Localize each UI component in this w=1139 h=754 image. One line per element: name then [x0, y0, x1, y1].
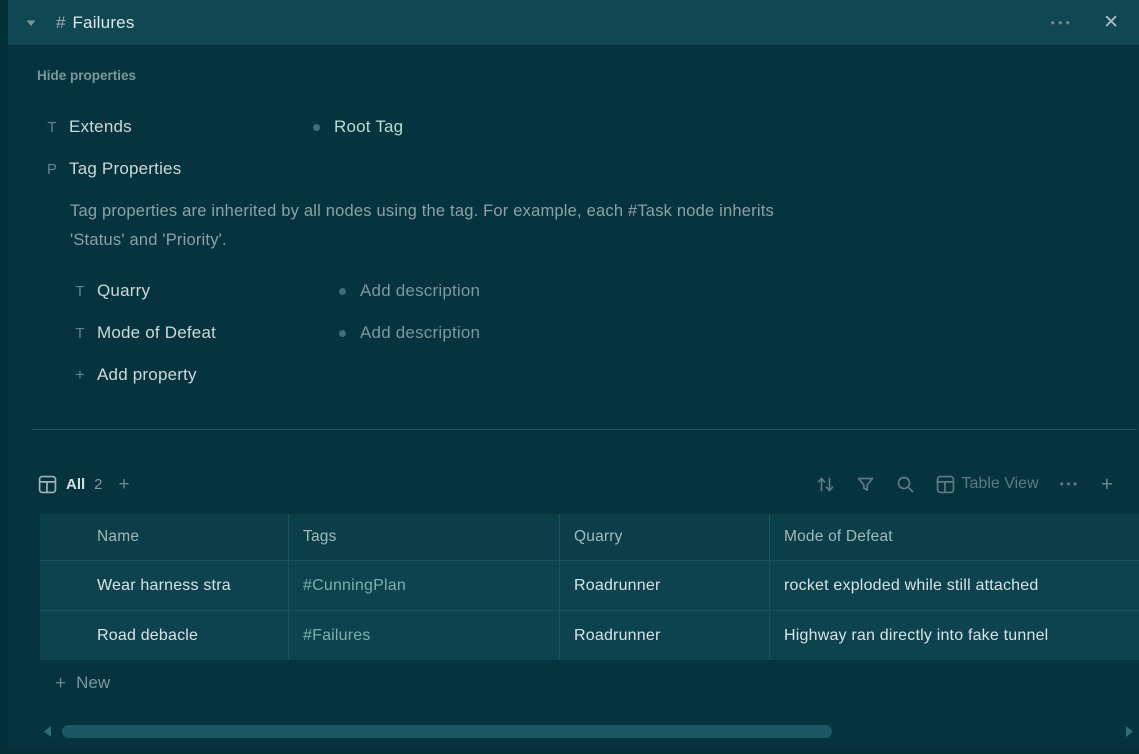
- new-record-label: New: [76, 673, 110, 693]
- add-property-button[interactable]: + Add property: [65, 361, 1139, 389]
- cell-tags: #CunningPlan: [288, 561, 559, 610]
- panel-title[interactable]: # Failures: [56, 13, 135, 33]
- text-type-icon: T: [72, 325, 88, 342]
- tag-link[interactable]: #CunningPlan: [303, 577, 406, 595]
- cell-mode-of-defeat[interactable]: Highway ran directly into fake tunnel: [769, 611, 1139, 660]
- description-line-2: 'Status' and 'Priority'.: [70, 226, 1139, 255]
- property-label-quarry[interactable]: Quarry: [97, 281, 339, 301]
- tag-properties-description: Tag properties are inherited by all node…: [70, 197, 1139, 255]
- extends-value-root-tag[interactable]: Root Tag: [334, 117, 403, 137]
- hide-properties-link[interactable]: Hide properties: [37, 68, 136, 83]
- cell-mode-of-defeat[interactable]: rocket exploded while still attached: [769, 561, 1139, 610]
- cell-quarry[interactable]: Roadrunner: [559, 611, 769, 660]
- add-view-icon[interactable]: +: [119, 475, 130, 494]
- text-type-icon: T: [44, 119, 60, 136]
- bullet-icon: [339, 288, 346, 295]
- collapse-chevron-icon[interactable]: [20, 12, 42, 34]
- property-row-tag-properties: P Tag Properties: [37, 155, 1139, 183]
- table-grid-icon: [38, 475, 57, 494]
- sort-icon[interactable]: [816, 475, 835, 494]
- search-icon[interactable]: [896, 475, 915, 494]
- add-property-label: Add property: [97, 365, 197, 385]
- view-type-label: Table View: [962, 475, 1039, 493]
- tag-link[interactable]: #Failures: [303, 627, 371, 645]
- bullet-icon: [313, 124, 320, 131]
- property-row-mode-of-defeat: T Mode of Defeat Add description: [65, 319, 1139, 347]
- column-header-mode-of-defeat[interactable]: Mode of Defeat: [769, 514, 1139, 560]
- add-description-placeholder[interactable]: Add description: [360, 323, 480, 343]
- plus-icon: +: [72, 365, 88, 385]
- properties-list: T Extends Root Tag P Tag Properties Tag …: [37, 113, 1139, 389]
- scrollbar-thumb[interactable]: [62, 725, 832, 738]
- table-row: Wear harness stra #CunningPlan Roadrunne…: [40, 560, 1139, 610]
- property-row-extends: T Extends Root Tag: [37, 113, 1139, 141]
- view-type-selector[interactable]: Table View: [936, 475, 1039, 494]
- close-icon[interactable]: ✕: [1103, 13, 1119, 32]
- record-count: 2: [94, 476, 102, 493]
- view-tab-all[interactable]: All: [66, 476, 85, 493]
- hash-icon: #: [56, 13, 65, 33]
- add-description-placeholder[interactable]: Add description: [360, 281, 480, 301]
- column-header-tags[interactable]: Tags: [288, 514, 559, 560]
- chevron-down-icon: [24, 16, 38, 30]
- table-row: Road debacle #Failures Roadrunner Highwa…: [40, 610, 1139, 660]
- table-actions: Table View ••• +: [816, 474, 1113, 495]
- column-header-quarry[interactable]: Quarry: [559, 514, 769, 560]
- panel-title-text: Failures: [72, 13, 134, 33]
- cell-name[interactable]: Wear harness stra: [40, 561, 288, 610]
- column-header-name[interactable]: Name: [40, 514, 288, 560]
- property-label-extends[interactable]: Extends: [69, 117, 313, 137]
- horizontal-scrollbar: [42, 722, 1135, 740]
- new-record-button[interactable]: + New: [55, 660, 1139, 706]
- scroll-right-icon[interactable]: [1124, 725, 1135, 738]
- text-type-icon: T: [72, 283, 88, 300]
- paragraph-type-icon: P: [44, 161, 60, 178]
- filter-icon[interactable]: [856, 475, 875, 494]
- scroll-left-icon[interactable]: [42, 725, 53, 738]
- table-view-icon: [936, 475, 955, 494]
- bullet-icon: [339, 330, 346, 337]
- cell-tags: #Failures: [288, 611, 559, 660]
- cell-name[interactable]: Road debacle: [40, 611, 288, 660]
- panel-content: Hide properties T Extends Root Tag P Tag…: [8, 68, 1139, 389]
- table-toolbar: All 2 +: [8, 462, 1139, 506]
- more-options-icon[interactable]: •••: [1050, 15, 1073, 30]
- view-more-options-icon[interactable]: •••: [1060, 477, 1080, 491]
- table-header-row: Name Tags Quarry Mode of Defeat: [40, 514, 1139, 560]
- property-row-quarry: T Quarry Add description: [65, 277, 1139, 305]
- app-window: # Failures ••• ✕ Hide properties T Exten…: [0, 0, 1139, 754]
- section-divider: [32, 429, 1137, 430]
- add-column-icon[interactable]: +: [1101, 474, 1113, 495]
- description-line-1: Tag properties are inherited by all node…: [70, 197, 1139, 226]
- tag-config-panel: # Failures ••• ✕ Hide properties T Exten…: [8, 0, 1139, 746]
- property-label-mode-of-defeat[interactable]: Mode of Defeat: [97, 323, 339, 343]
- property-label-tag-properties[interactable]: Tag Properties: [69, 159, 313, 179]
- records-table: Name Tags Quarry Mode of Defeat Wear har…: [40, 514, 1139, 660]
- view-tabs: All 2 +: [38, 475, 130, 494]
- plus-icon: +: [55, 674, 66, 693]
- cell-quarry[interactable]: Roadrunner: [559, 561, 769, 610]
- panel-topbar: # Failures ••• ✕: [8, 0, 1139, 45]
